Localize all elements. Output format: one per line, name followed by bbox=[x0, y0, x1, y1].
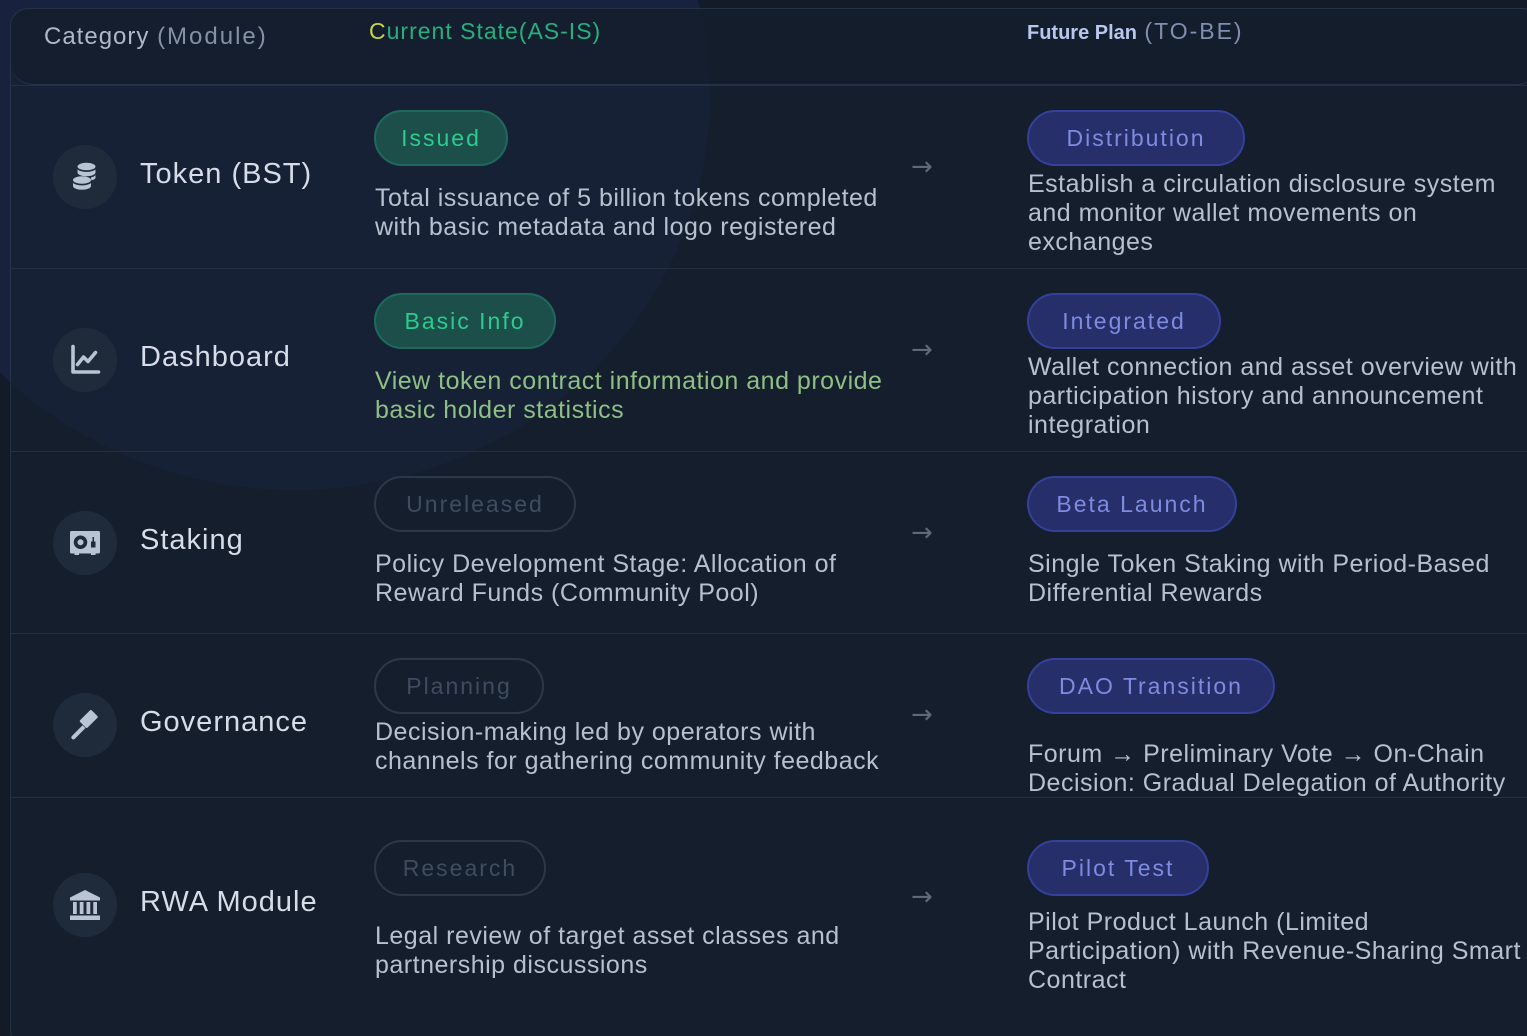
header-current-initial: C bbox=[369, 18, 387, 44]
arrow-icon: → bbox=[911, 152, 933, 182]
future-description: Single Token Staking with Period-Based D… bbox=[1028, 550, 1490, 607]
future-description: Wallet connection and asset overview wit… bbox=[1028, 353, 1518, 439]
arrow-icon: → bbox=[911, 518, 933, 548]
header-current-state: Current State(AS-IS) bbox=[369, 18, 601, 45]
current-status-badge: Research bbox=[374, 840, 546, 896]
future-status-badge: Pilot Test bbox=[1027, 840, 1209, 896]
future-description: Pilot Product Launch (Limited Participat… bbox=[1028, 908, 1521, 994]
current-description: Total issuance of 5 billion tokens compl… bbox=[375, 184, 878, 241]
future-status-badge: Integrated bbox=[1027, 293, 1221, 349]
current-description: Legal review of target asset classes and… bbox=[375, 922, 840, 979]
category-label: RWA Module bbox=[140, 886, 318, 918]
header-future-sub: (TO-BE) bbox=[1144, 18, 1244, 44]
header-current-label: urrent State(AS-IS) bbox=[386, 18, 602, 44]
roadmap-table: Category (Module) Current State(AS-IS) F… bbox=[10, 8, 1527, 1036]
current-status-badge: Unreleased bbox=[374, 476, 576, 532]
vault-icon bbox=[53, 511, 117, 575]
future-status-badge: DAO Transition bbox=[1027, 658, 1275, 714]
category-label: Dashboard bbox=[140, 341, 291, 373]
current-status-badge: Planning bbox=[374, 658, 544, 714]
header-category-label: Category bbox=[44, 23, 150, 50]
roadmap-stage: Category (Module) Current State(AS-IS) F… bbox=[0, 0, 1527, 1036]
table-header: Category (Module) Current State(AS-IS) F… bbox=[11, 9, 1527, 85]
row-rwa-module: RWA Module Research Legal review of targ… bbox=[11, 797, 1527, 1036]
category-label: Token (BST) bbox=[140, 158, 313, 190]
arrow-icon: → bbox=[911, 882, 933, 912]
row-token: Token (BST) Issued Total issuance of 5 b… bbox=[11, 85, 1527, 268]
arrow-icon: → bbox=[911, 335, 933, 365]
current-status-badge: Issued bbox=[374, 110, 508, 166]
current-description: View token contract information and prov… bbox=[375, 367, 883, 424]
coins-icon bbox=[53, 145, 117, 209]
chart-line-icon bbox=[53, 328, 117, 392]
current-description: Decision-making led by operators with ch… bbox=[375, 718, 880, 775]
category-label: Governance bbox=[140, 706, 308, 738]
header-category: Category (Module) bbox=[44, 23, 268, 51]
category-label: Staking bbox=[140, 524, 244, 556]
future-description: Forum → Preliminary Vote → On-Chain Deci… bbox=[1028, 740, 1506, 797]
gavel-icon bbox=[53, 693, 117, 757]
future-status-badge: Distribution bbox=[1027, 110, 1245, 166]
row-governance: Governance Planning Decision-making led … bbox=[11, 633, 1527, 816]
future-description: Establish a circulation disclosure syste… bbox=[1028, 170, 1496, 256]
header-future-plan: Future Plan (TO-BE) bbox=[1027, 18, 1244, 45]
header-future-label: Future Plan bbox=[1027, 22, 1138, 44]
current-description: Policy Development Stage: Allocation of … bbox=[375, 550, 837, 607]
future-status-badge: Beta Launch bbox=[1027, 476, 1237, 532]
current-status-badge: Basic Info bbox=[374, 293, 556, 349]
header-category-sub: (Module) bbox=[157, 23, 268, 50]
row-staking: Staking Unreleased Policy Development St… bbox=[11, 451, 1527, 634]
row-dashboard: Dashboard Basic Info View token contract… bbox=[11, 268, 1527, 451]
landmark-icon bbox=[53, 873, 117, 937]
arrow-icon: → bbox=[911, 700, 933, 730]
